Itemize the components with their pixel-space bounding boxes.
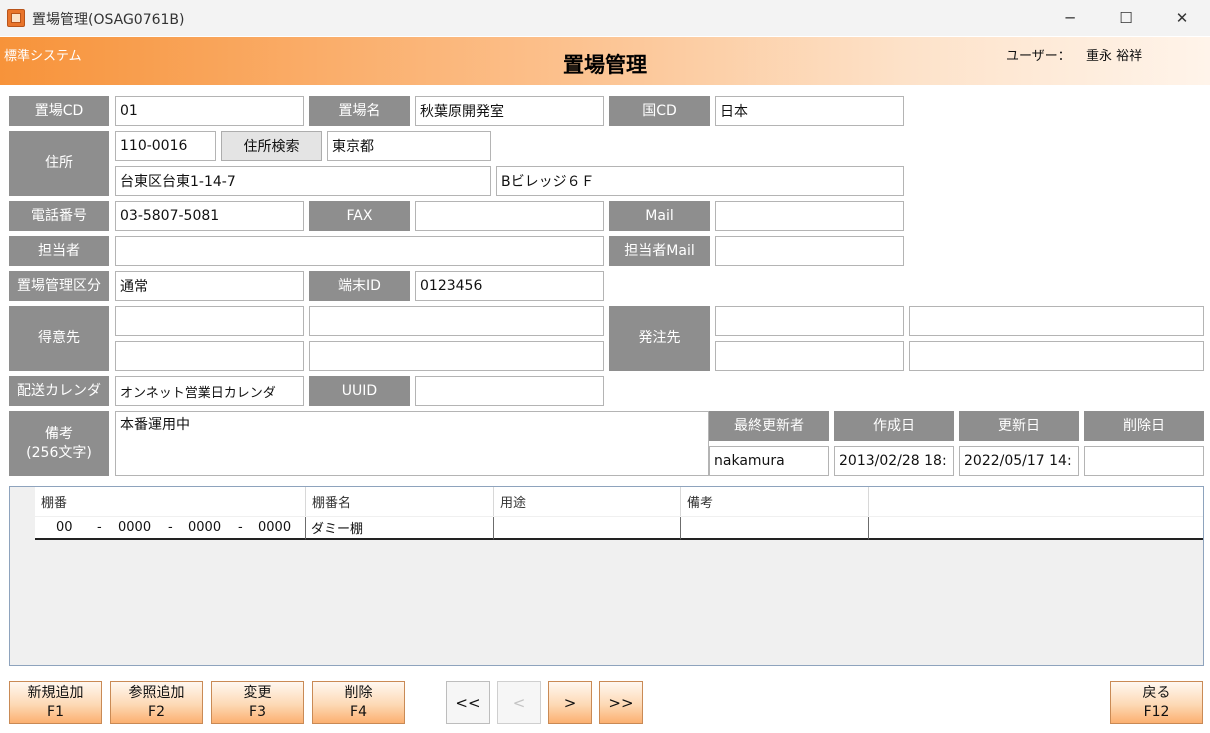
fax-field[interactable] — [415, 201, 604, 231]
first-page-button[interactable]: << — [446, 681, 490, 724]
new-add-key: F1 — [47, 703, 64, 720]
mail-field[interactable] — [715, 201, 904, 231]
place-type-label: 置場管理区分 — [9, 271, 109, 301]
column-header-use[interactable]: 用途 — [494, 487, 681, 516]
table-row[interactable]: 00 - 0000 - 0000 - 0000 — [35, 517, 306, 540]
column-header-shelf-name[interactable]: 棚番名 — [306, 487, 494, 516]
delete-button[interactable]: 削除 F4 — [312, 681, 405, 724]
mail-label: Mail — [609, 201, 710, 231]
last-updater-field[interactable]: nakamura — [709, 446, 829, 476]
person-label: 担当者 — [9, 236, 109, 266]
supplier-code2-field[interactable] — [715, 341, 904, 371]
column-header-shelf-no[interactable]: 棚番 — [35, 487, 306, 516]
updated-label: 更新日 — [959, 411, 1079, 441]
app-icon — [7, 9, 25, 27]
supplier-name-field[interactable] — [909, 306, 1204, 336]
address-line2-field[interactable]: Bビレッジ６Ｆ — [496, 166, 904, 196]
close-button[interactable]: ✕ — [1154, 0, 1210, 36]
place-type-field[interactable]: 通常 — [115, 271, 304, 301]
next-page-button[interactable]: > — [548, 681, 592, 724]
shelf-no-part2: 0000 — [118, 520, 152, 535]
deleted-field[interactable] — [1084, 446, 1204, 476]
delete-label: 削除 — [344, 684, 373, 701]
customer-code-field[interactable] — [115, 306, 304, 336]
column-header-filler — [869, 487, 1203, 516]
place-cd-label: 置場CD — [9, 96, 109, 126]
deleted-label: 削除日 — [1084, 411, 1204, 441]
last-updater-label: 最終更新者 — [709, 411, 829, 441]
minimize-button[interactable]: ─ — [1042, 0, 1098, 36]
remarks-field[interactable]: 本番運用中 — [115, 411, 709, 476]
phone-label: 電話番号 — [9, 201, 109, 231]
uuid-label: UUID — [309, 376, 410, 406]
customer-code2-field[interactable] — [115, 341, 304, 371]
customer-name-field[interactable] — [309, 306, 604, 336]
created-field[interactable]: 2013/02/28 18: — [834, 446, 954, 476]
terminal-id-label: 端末ID — [309, 271, 410, 301]
new-add-button[interactable]: 新規追加 F1 — [9, 681, 102, 724]
supplier-code-field[interactable] — [715, 306, 904, 336]
place-name-label: 置場名 — [309, 96, 410, 126]
person-field[interactable] — [115, 236, 604, 266]
country-cd-field[interactable]: 日本 — [715, 96, 904, 126]
supplier-label: 発注先 — [609, 306, 710, 371]
shelf-no-sep3: - — [238, 520, 243, 535]
reference-add-button[interactable]: 参照追加 F2 — [110, 681, 203, 724]
address-label: 住所 — [9, 131, 109, 196]
maximize-button[interactable]: ☐ — [1098, 0, 1154, 36]
updated-field[interactable]: 2022/05/17 14: — [959, 446, 1079, 476]
prefecture-field[interactable]: 東京都 — [327, 131, 491, 161]
use-cell[interactable] — [494, 517, 681, 540]
terminal-id-field[interactable]: 0123456 — [415, 271, 604, 301]
reference-add-key: F2 — [148, 703, 165, 720]
last-page-button[interactable]: >> — [599, 681, 643, 724]
back-button[interactable]: 戻る F12 — [1110, 681, 1203, 724]
zip-field[interactable]: 110-0016 — [115, 131, 216, 161]
calendar-field[interactable]: オンネット営業日カレンダ — [115, 376, 304, 406]
uuid-field[interactable] — [415, 376, 604, 406]
person-mail-label: 担当者Mail — [609, 236, 710, 266]
supplier-name2-field[interactable] — [909, 341, 1204, 371]
calendar-label: 配送カレンダ — [9, 376, 109, 406]
note-cell[interactable] — [681, 517, 869, 540]
column-header-note[interactable]: 備考 — [681, 487, 869, 516]
shelf-no-part4: 0000 — [258, 520, 292, 535]
prev-page-button[interactable]: < — [497, 681, 541, 724]
place-cd-field[interactable]: 01 — [115, 96, 304, 126]
shelf-no-part1: 00 — [56, 520, 73, 535]
country-cd-label: 国CD — [609, 96, 710, 126]
user-name: 重永 裕祥 — [1086, 49, 1143, 64]
change-button[interactable]: 変更 F3 — [211, 681, 304, 724]
address-line1-field[interactable]: 台東区台東1-14-7 — [115, 166, 491, 196]
reference-add-label: 参照追加 — [128, 684, 185, 701]
shelf-no-part3: 0000 — [188, 520, 222, 535]
back-key: F12 — [1143, 703, 1170, 720]
address-search-button[interactable]: 住所検索 — [221, 131, 322, 161]
filler-cell — [869, 517, 1203, 540]
change-label: 変更 — [243, 684, 272, 701]
shelf-no-sep1: - — [97, 520, 102, 535]
customer-label: 得意先 — [9, 306, 109, 371]
shelf-name-cell[interactable]: ダミー棚 — [306, 517, 494, 540]
person-mail-field[interactable] — [715, 236, 904, 266]
created-label: 作成日 — [834, 411, 954, 441]
window-title: 置場管理(OSAG0761B) — [32, 12, 185, 28]
new-add-label: 新規追加 — [27, 684, 84, 701]
place-name-field[interactable]: 秋葉原開発室 — [415, 96, 604, 126]
delete-key: F4 — [350, 703, 367, 720]
remarks-label-text: 備考 — [45, 425, 73, 442]
row-header[interactable] — [10, 517, 35, 542]
remarks-label: 備考 (256文字) — [9, 411, 109, 476]
user-label: ユーザー： — [1006, 49, 1071, 64]
shelf-no-sep2: - — [168, 520, 173, 535]
phone-field[interactable]: 03-5807-5081 — [115, 201, 304, 231]
fax-label: FAX — [309, 201, 410, 231]
remarks-label-limit: (256文字) — [26, 444, 92, 461]
customer-name2-field[interactable] — [309, 341, 604, 371]
back-label: 戻る — [1142, 684, 1171, 701]
change-key: F3 — [249, 703, 266, 720]
